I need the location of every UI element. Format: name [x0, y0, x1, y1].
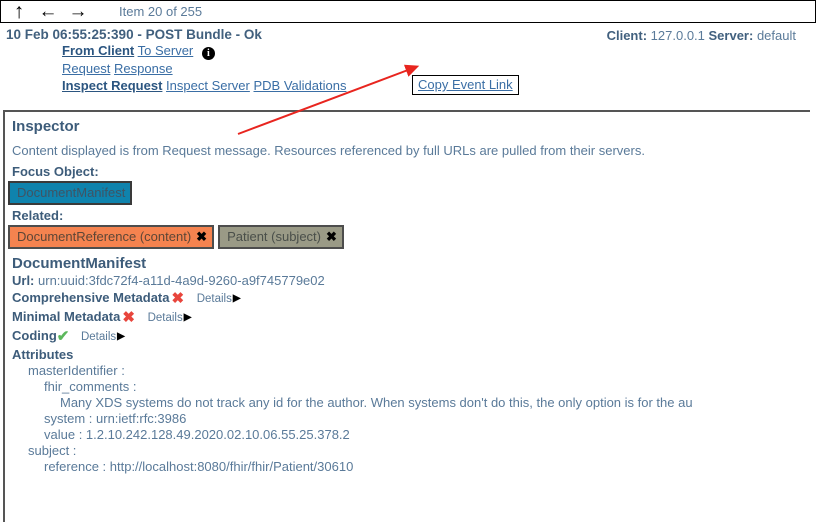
link-inspect-server[interactable]: Inspect Server	[166, 78, 250, 93]
chip-document-reference-content[interactable]: DocumentReference (content) ✖	[8, 225, 215, 249]
focus-object-chip-row: DocumentManifest	[8, 181, 810, 205]
forward-arrow-icon[interactable]: →	[63, 2, 93, 21]
chip-patient-subject[interactable]: Patient (subject) ✖	[218, 225, 344, 249]
client-label: Client:	[606, 28, 648, 43]
related-label: Related:	[12, 208, 64, 223]
chip-label: DocumentManifest	[17, 185, 126, 200]
info-icon[interactable]: i	[201, 47, 215, 60]
event-link-rows: From Client To Server i Request Response…	[0, 42, 816, 94]
check-row-comprehensive-metadata: Comprehensive Metadata ✖ Details▶	[12, 289, 810, 308]
inspector-description: Content displayed is from Request messag…	[12, 143, 645, 158]
expand-triangle-icon[interactable]: ▶	[184, 312, 192, 323]
link-from-client[interactable]: From Client	[62, 43, 134, 58]
check-row-minimal-metadata: Minimal Metadata ✖ Details▶	[12, 308, 810, 327]
expand-triangle-icon[interactable]: ▶	[117, 331, 125, 342]
server-value: default	[756, 28, 796, 43]
link-response[interactable]: Response	[114, 61, 173, 76]
resource-url-label: Url:	[12, 273, 35, 288]
inspector-title: Inspector	[12, 118, 80, 135]
expand-triangle-icon[interactable]: ▶	[233, 293, 241, 304]
attribute-line: value : 1.2.10.242.128.49.2020.02.10.06.…	[44, 427, 350, 442]
related-chip-row: DocumentReference (content) ✖ Patient (s…	[8, 225, 810, 249]
chip-document-manifest[interactable]: DocumentManifest	[8, 181, 133, 205]
broken-link-icon: ✖	[196, 229, 208, 244]
attributes-label: Attributes	[12, 347, 74, 362]
event-header: 10 Feb 06:55:25:390 - POST Bundle - Ok C…	[0, 23, 816, 95]
attribute-line: masterIdentifier :	[28, 363, 125, 378]
link-to-server[interactable]: To Server	[138, 43, 194, 58]
link-request[interactable]: Request	[62, 61, 110, 76]
pass-check-icon: ✔	[56, 328, 70, 345]
link-inspect-request[interactable]: Inspect Request	[62, 78, 162, 93]
event-title: 10 Feb 06:55:25:390 - POST Bundle - Ok	[6, 27, 262, 42]
attribute-line: system : urn:ietf:rfc:3986	[44, 411, 187, 426]
check-row-coding: Coding✔ Details▶	[12, 327, 810, 346]
details-link[interactable]: Details	[197, 293, 232, 305]
copy-event-link-label: Copy Event Link	[418, 77, 513, 92]
resource-name: DocumentManifest	[12, 255, 147, 272]
client-server-info: Client: 127.0.0.1 Server: default	[607, 28, 796, 43]
resource-url-value: urn:uuid:3fdc72f4-a11d-4a9d-9260-a9f7457…	[38, 273, 325, 288]
chip-label: DocumentReference (content)	[17, 229, 192, 244]
attribute-line: subject :	[28, 443, 77, 458]
up-arrow-icon[interactable]: ↑	[1, 1, 33, 22]
check-label: Coding	[12, 328, 57, 343]
details-link[interactable]: Details	[148, 312, 183, 324]
attribute-line: fhir_comments :	[44, 379, 137, 394]
attribute-line: reference : http://localhost:8080/fhir/f…	[44, 459, 354, 474]
focus-object-label: Focus Object:	[12, 164, 99, 179]
client-value: 127.0.0.1	[650, 28, 705, 43]
chip-label: Patient (subject)	[227, 229, 321, 244]
inspector-panel: Inspector Content displayed is from Requ…	[3, 110, 810, 522]
check-label: Comprehensive Metadata	[12, 290, 170, 305]
copy-event-link-button[interactable]: Copy Event Link	[412, 75, 519, 95]
broken-link-icon: ✖	[326, 229, 337, 244]
fail-x-icon: ✖	[122, 309, 135, 326]
attribute-line: Many XDS systems do not track any id for…	[60, 395, 693, 410]
fail-x-icon: ✖	[171, 290, 185, 307]
back-arrow-icon[interactable]: ←	[33, 2, 63, 21]
resource-url-row: Url: urn:uuid:3fdc72f4-a11d-4a9d-9260-a9…	[12, 273, 810, 289]
item-counter: Item 20 of 255	[119, 4, 203, 19]
server-label: Server:	[708, 28, 754, 43]
direction-link-row: From Client To Server i	[62, 42, 816, 60]
details-link[interactable]: Details	[81, 331, 116, 343]
navigation-toolbar: ↑ ← → Item 20 of 255	[0, 0, 816, 23]
check-label: Minimal Metadata	[12, 309, 121, 324]
link-pdb-validations[interactable]: PDB Validations	[254, 78, 347, 93]
